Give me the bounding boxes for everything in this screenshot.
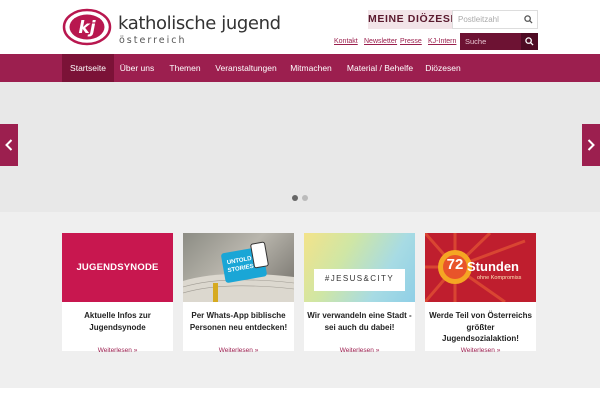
teaser-card[interactable]: UNTOLD STORIES Per Whats-App biblische P…	[183, 233, 294, 354]
teaser-card[interactable]: 72 Stunden ohne Kompromiss Werde Teil vo…	[425, 233, 536, 354]
card-image: #JESUS&CITY	[304, 233, 415, 302]
slider-prev-button[interactable]	[0, 124, 18, 166]
search-icon	[523, 15, 533, 24]
svg-text:kj: kj	[78, 18, 96, 38]
site-header: kj katholische jugend österreich MEINE D…	[0, 0, 600, 54]
slider-dot-1[interactable]	[292, 195, 298, 201]
card-image: JUGENDSYNODE	[62, 233, 173, 302]
card-title: Werde Teil von Österreichs größter Jugen…	[429, 311, 532, 343]
card-image-tagline: ohne Kompromiss	[477, 275, 522, 281]
card-title: Wir verwandeln eine Stadt - sei auch du …	[307, 311, 412, 332]
card-image-text: Stunden	[467, 259, 519, 274]
card-title: Per Whats-App biblische Personen neu ent…	[189, 311, 288, 332]
link-presse[interactable]: Presse	[400, 38, 422, 45]
nav-item-startseite[interactable]: Startseite	[62, 54, 114, 82]
chevron-left-icon	[5, 139, 13, 151]
card-image: 72 Stunden ohne Kompromiss	[425, 233, 536, 302]
nav-item-veranstaltungen[interactable]: Veranstaltungen	[209, 54, 283, 82]
slider-next-button[interactable]	[582, 124, 600, 166]
link-newsletter[interactable]: Newsletter	[364, 38, 397, 45]
nav-item-material-behelfe[interactable]: Material / Behelfe	[339, 54, 421, 82]
nav-item-mitmachen[interactable]: Mitmachen	[284, 54, 338, 82]
read-more-link[interactable]: Weiterlesen »	[304, 347, 415, 354]
read-more-link[interactable]: Weiterlesen »	[183, 347, 294, 354]
teaser-section: JUGENDSYNODE Aktuelle Infos zur Jugendsy…	[0, 212, 600, 388]
card-image-number: 72	[446, 256, 464, 273]
site-logo[interactable]: kj katholische jugend österreich	[62, 8, 282, 48]
kj-logo-icon: kj	[62, 8, 112, 46]
brand-subtitle: österreich	[119, 35, 187, 46]
teaser-card[interactable]: #JESUS&CITY Wir verwandeln eine Stadt - …	[304, 233, 415, 354]
diocese-label: MEINE DIÖZESE:	[368, 10, 462, 29]
card-title: Aktuelle Infos zur Jugendsynode	[84, 311, 151, 332]
footer-strip	[0, 388, 600, 400]
card-image: UNTOLD STORIES	[183, 233, 294, 302]
card-image-text: JUGENDSYNODE	[76, 262, 159, 273]
nav-item-dioezesen[interactable]: Diözesen	[421, 54, 465, 82]
read-more-link[interactable]: Weiterlesen »	[425, 347, 536, 354]
nav-item-themen[interactable]: Themen	[162, 54, 208, 82]
search-button[interactable]	[521, 33, 538, 50]
chevron-right-icon	[587, 139, 595, 151]
search-input[interactable]	[460, 33, 521, 50]
brand-title: katholische jugend	[118, 13, 281, 34]
card-image-text: #JESUS&CITY	[324, 274, 395, 283]
hero-slider	[0, 82, 600, 212]
postcode-search-button[interactable]	[519, 11, 537, 28]
link-kj-intern[interactable]: KJ-Intern	[428, 38, 456, 45]
link-kontakt[interactable]: Kontakt	[334, 38, 358, 45]
main-nav: Startseite Über uns Themen Veranstaltung…	[0, 54, 600, 82]
search-icon	[525, 37, 534, 46]
teaser-card[interactable]: JUGENDSYNODE Aktuelle Infos zur Jugendsy…	[62, 233, 173, 354]
nav-item-ueber-uns[interactable]: Über uns	[114, 54, 160, 82]
page: kj katholische jugend österreich MEINE D…	[0, 0, 600, 400]
slider-dot-2[interactable]	[302, 195, 308, 201]
read-more-link[interactable]: Weiterlesen »	[62, 347, 173, 354]
